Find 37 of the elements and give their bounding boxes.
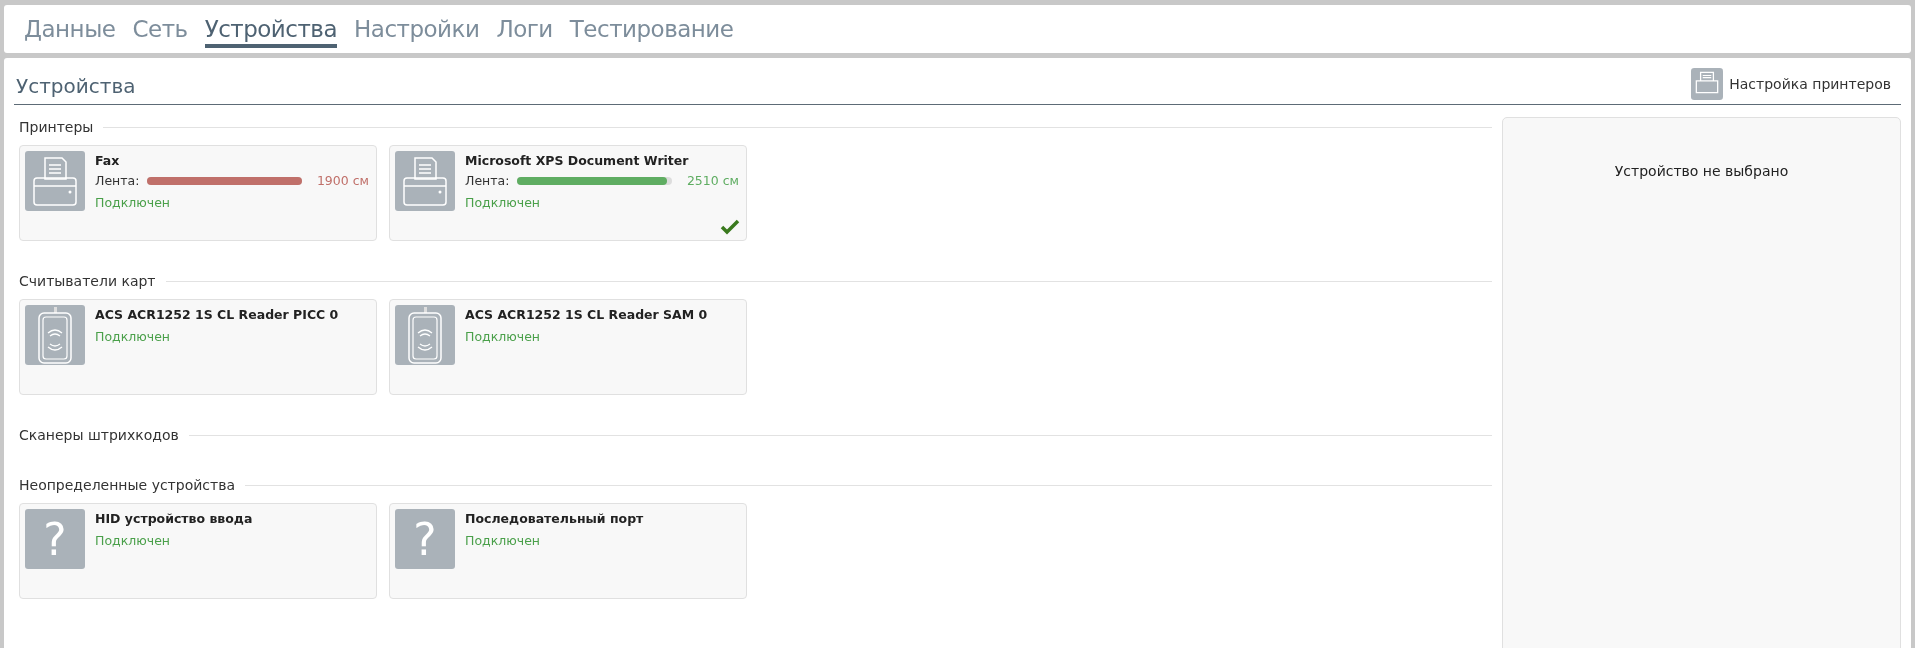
device-card[interactable]: Fax Лента: 1900 см Подключен [19, 145, 377, 241]
device-card[interactable]: Microsoft XPS Document Writer Лента: 2510 см Подключен [389, 145, 747, 241]
device-card[interactable]: ACS ACR1252 1S CL Reader SAM 0 Подключен [389, 299, 747, 395]
empty-message: Устройство не выбрано [1614, 163, 1789, 179]
device-card[interactable]: ? Последовательный порт Подключен [389, 503, 747, 599]
device-name: Последовательный порт [465, 511, 645, 526]
section-title: Сканеры штрихкодов [19, 427, 179, 443]
printer-settings-button[interactable]: Настройка принтеров [1691, 68, 1901, 100]
device-status: Подключен [95, 329, 171, 344]
device-name: ACS ACR1252 1S CL Reader PICC 0 [95, 307, 340, 322]
device-card[interactable]: ? HID устройство ввода Подключен [19, 503, 377, 599]
printer-icon [1691, 68, 1724, 100]
device-status: Подключен [465, 195, 541, 210]
section-title: Принтеры [19, 119, 94, 135]
question-mark-icon: ? [25, 509, 85, 569]
tape-reading: 2510 см [686, 173, 740, 188]
printer-icon [25, 151, 85, 211]
tape-label: Лента: [465, 173, 511, 188]
question-mark-icon: ? [395, 509, 455, 569]
device-card[interactable]: ACS ACR1252 1S CL Reader PICC 0 Подключен [19, 299, 377, 395]
device-status: Подключен [465, 329, 541, 344]
device-name: Microsoft XPS Document Writer [465, 153, 690, 168]
card-reader-icon [395, 305, 455, 365]
device-name: Fax [95, 153, 121, 168]
nav-tab[interactable]: Устройства [204, 16, 337, 48]
tape-reading: 1900 см [316, 173, 370, 188]
page-title: Устройства [16, 74, 136, 98]
device-name: HID устройство ввода [95, 511, 254, 526]
section-title: Неопределенные устройства [19, 477, 235, 493]
device-status: Подключен [95, 195, 171, 210]
printer-icon [395, 151, 455, 211]
device-name: ACS ACR1252 1S CL Reader SAM 0 [465, 307, 709, 322]
card-reader-icon [25, 305, 85, 365]
section-title: Считыватели карт [19, 273, 156, 289]
tape-label: Лента: [95, 173, 141, 188]
device-status: Подключен [465, 533, 541, 548]
device-status: Подключен [95, 533, 171, 548]
